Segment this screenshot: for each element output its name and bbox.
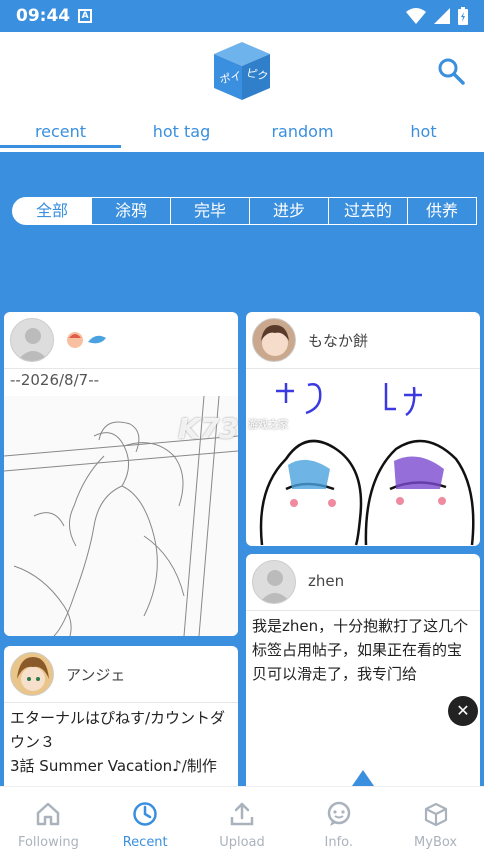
close-button[interactable]: ✕: [448, 696, 478, 726]
signal-icon: [434, 8, 450, 24]
wifi-icon: [406, 8, 426, 24]
avatar[interactable]: [10, 318, 54, 362]
category-progress[interactable]: 进步: [249, 197, 329, 225]
post-card-sketch[interactable]: --2026/8/7--: [4, 312, 238, 636]
post-card-text[interactable]: zhen 我是zhen，十分抱歉打了这几个标签占用帖子，如果正在看的宝贝可以滑走…: [246, 554, 480, 794]
default-avatar-icon: [259, 570, 291, 603]
avatar-illustration: [261, 325, 289, 356]
tab-recent[interactable]: recent: [0, 108, 121, 152]
watermark: K73 游戏之家: [178, 412, 288, 445]
post-card-angie[interactable]: アンジェ エターナルはぴねす/カウントダウン３ 3話 Summer Vacati…: [4, 646, 238, 794]
nav-upload[interactable]: Upload: [194, 787, 291, 862]
upload-icon: [230, 802, 254, 826]
category-offering[interactable]: 供养: [407, 197, 477, 225]
notification-a-icon: A: [78, 9, 93, 23]
tab-random[interactable]: random: [242, 108, 363, 152]
home-icon: [37, 802, 60, 826]
status-bar: 09:44 A: [0, 0, 484, 32]
nav-label: Recent: [122, 835, 168, 850]
nav-recent[interactable]: Recent: [97, 787, 194, 862]
avatar[interactable]: [10, 652, 54, 696]
username[interactable]: もなか餅: [308, 330, 368, 351]
username[interactable]: アンジェ: [66, 664, 125, 685]
battery-icon: [458, 7, 468, 25]
nav-label: Upload: [219, 835, 265, 850]
nav-info[interactable]: Info.: [290, 787, 387, 862]
category-filter: 全部 涂鸦 完毕 进步 过去的 供养: [12, 197, 484, 227]
emoji-badges-icon: [67, 332, 106, 348]
tab-hot[interactable]: hot: [363, 108, 484, 152]
category-doodle[interactable]: 涂鸦: [91, 197, 171, 225]
poipiku-logo[interactable]: ポイ ピク: [212, 40, 272, 102]
status-time: 09:44: [16, 6, 71, 26]
post-caption: --2026/8/7--: [10, 371, 100, 389]
post-text: 我是zhen，十分抱歉打了这几个标签占用帖子，如果正在看的宝贝可以滑走了，我专门…: [252, 617, 469, 683]
scroll-up-icon[interactable]: [350, 768, 376, 788]
nav-label: Info.: [324, 835, 354, 850]
chat-icon: [327, 801, 351, 826]
category-finished[interactable]: 完毕: [170, 197, 250, 225]
clock-icon: [133, 802, 157, 826]
tab-hot-tag[interactable]: hot tag: [121, 108, 242, 152]
avatar[interactable]: [252, 560, 296, 604]
nav-following[interactable]: Following: [0, 787, 97, 862]
avatar-illustration: [17, 657, 49, 691]
category-all[interactable]: 全部: [12, 197, 92, 225]
feed-tabs: recent hot tag random hot: [0, 108, 484, 152]
search-icon[interactable]: [436, 56, 466, 86]
nav-mybox[interactable]: MyBox: [387, 787, 484, 862]
username[interactable]: zhen: [308, 572, 344, 590]
doodle-illustration: [259, 383, 475, 546]
category-past[interactable]: 过去的: [328, 197, 408, 225]
nav-label: MyBox: [414, 835, 458, 850]
post-text: エターナルはぴねす/カウントダウン３ 3話 Summer Vacation♪/制…: [10, 709, 226, 775]
nav-label: Following: [17, 835, 79, 850]
default-avatar-icon: [17, 328, 49, 361]
avatar[interactable]: [252, 318, 296, 362]
box-icon: [424, 802, 447, 827]
bottom-navigation: Following Recent Upload Info. MyBox: [0, 786, 484, 862]
